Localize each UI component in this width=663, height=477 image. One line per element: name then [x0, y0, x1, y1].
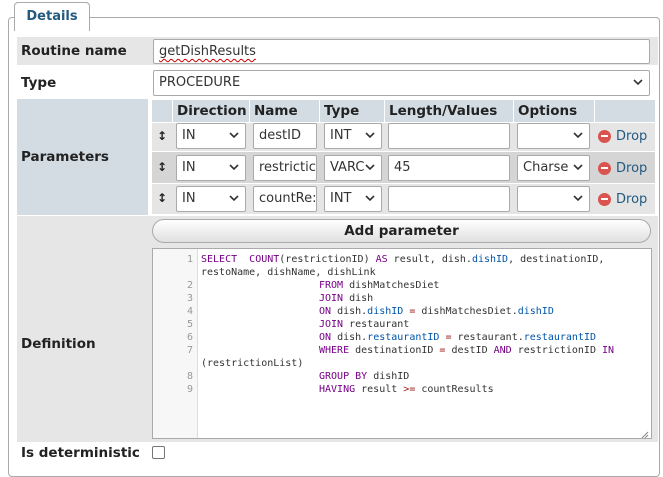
param-type-select[interactable]: INT — [324, 186, 382, 212]
chevron-down-icon — [229, 164, 239, 171]
line-number: 9 — [186, 384, 193, 395]
param-header-name: Name — [250, 100, 319, 122]
definition-code-editor[interactable]: 1 2 3 4 5 6 7 8 9 SELECT COUNT(restricti… — [152, 248, 652, 439]
deterministic-label: Is deterministic — [17, 443, 157, 463]
code-line: ON dish.dishID = dishMatchesDiet.dishID — [319, 306, 554, 317]
param-options-select[interactable]: Charse — [517, 155, 590, 181]
param-type-value: VARC — [330, 160, 365, 175]
param-header-grip — [152, 100, 172, 122]
line-number: 4 — [186, 306, 193, 317]
line-number: 2 — [186, 280, 193, 291]
param-direction-select[interactable]: IN — [176, 186, 246, 212]
param-direction-select[interactable]: IN — [176, 155, 246, 181]
param-header-direction: Direction — [173, 100, 249, 122]
routine-name-value: getDishResults — [159, 44, 256, 59]
param-direction-value: IN — [182, 128, 196, 143]
chevron-down-icon — [633, 79, 643, 86]
param-type-value: INT — [330, 191, 352, 206]
param-name-input[interactable]: countRe: — [253, 186, 317, 212]
chevron-down-icon — [365, 132, 375, 139]
drop-label: Drop — [616, 191, 648, 207]
param-type-select[interactable]: VARC — [324, 155, 382, 181]
code-line: ON dish.restaurantID = restaurant.restau… — [319, 332, 596, 343]
chevron-down-icon — [573, 164, 583, 171]
code-line: HAVING result >= countResults — [319, 384, 494, 395]
param-header-type: Type — [320, 100, 384, 122]
details-legend: Details — [14, 2, 90, 31]
type-select[interactable]: PROCEDURE — [153, 70, 650, 96]
param-length-input[interactable]: 45 — [388, 155, 510, 181]
chevron-down-icon — [229, 132, 239, 139]
remove-icon — [598, 192, 611, 206]
param-direction-value: IN — [182, 160, 196, 175]
chevron-down-icon — [573, 132, 583, 139]
routine-name-input[interactable]: getDishResults — [153, 39, 650, 64]
remove-icon — [598, 161, 611, 175]
param-options-value: Charse — [523, 160, 569, 175]
chevron-down-icon — [365, 195, 375, 202]
type-label: Type — [17, 68, 148, 97]
param-header-action — [595, 100, 655, 122]
param-drop-link[interactable]: Drop — [598, 158, 654, 178]
routine-name-label: Routine name — [17, 37, 148, 65]
param-direction-value: IN — [182, 191, 196, 206]
param-drop-link[interactable]: Drop — [598, 126, 654, 146]
remove-icon — [598, 129, 611, 143]
code-line: SELECT COUNT(restrictionID) AS result, d… — [201, 254, 605, 265]
param-type-value: INT — [330, 128, 352, 143]
param-length-input[interactable] — [388, 123, 510, 149]
add-parameter-button[interactable]: Add parameter — [152, 219, 651, 243]
drag-handle-icon[interactable]: ↕ — [152, 129, 172, 145]
line-number: 3 — [186, 293, 193, 304]
code-line: JOIN restaurant — [319, 319, 410, 330]
type-value: PROCEDURE — [159, 75, 241, 90]
line-number: 6 — [186, 332, 193, 343]
resize-handle-icon[interactable] — [641, 428, 649, 438]
param-header-options: Options — [514, 100, 594, 122]
code-line: FROM dishMatchesDiet — [319, 280, 440, 291]
param-length-input[interactable] — [388, 186, 510, 212]
code-line: restoName, dishName, dishLink — [201, 267, 376, 278]
line-number: 7 — [186, 345, 193, 356]
deterministic-checkbox[interactable] — [152, 446, 165, 459]
drag-handle-icon[interactable]: ↕ — [152, 160, 172, 176]
chevron-down-icon — [573, 195, 583, 202]
line-number: 8 — [186, 371, 193, 382]
drag-handle-icon[interactable]: ↕ — [152, 191, 172, 207]
line-number: 5 — [186, 319, 193, 330]
parameters-label: Parameters — [17, 99, 148, 215]
param-options-select[interactable] — [517, 123, 590, 149]
chevron-down-icon — [229, 195, 239, 202]
param-direction-select[interactable]: IN — [176, 123, 246, 149]
line-number-gutter: 1 2 3 4 5 6 7 8 9 — [153, 249, 198, 438]
param-drop-link[interactable]: Drop — [598, 189, 654, 209]
chevron-down-icon — [365, 164, 375, 171]
drop-label: Drop — [616, 160, 648, 176]
param-type-select[interactable]: INT — [324, 123, 382, 149]
code-line: WHERE destinationID = destID AND restric… — [319, 345, 615, 356]
code-line: (restrictionList) — [201, 358, 304, 369]
line-number: 1 — [186, 254, 193, 265]
drop-label: Drop — [616, 128, 648, 144]
definition-label: Definition — [21, 336, 96, 352]
code-line: GROUP BY dishID — [319, 371, 410, 382]
param-name-input[interactable]: destID — [253, 123, 317, 149]
param-name-input[interactable]: restrictic — [253, 155, 317, 181]
param-header-length: Length/Values — [385, 100, 513, 122]
code-line: JOIN dish — [319, 293, 374, 304]
param-options-select[interactable] — [517, 186, 590, 212]
